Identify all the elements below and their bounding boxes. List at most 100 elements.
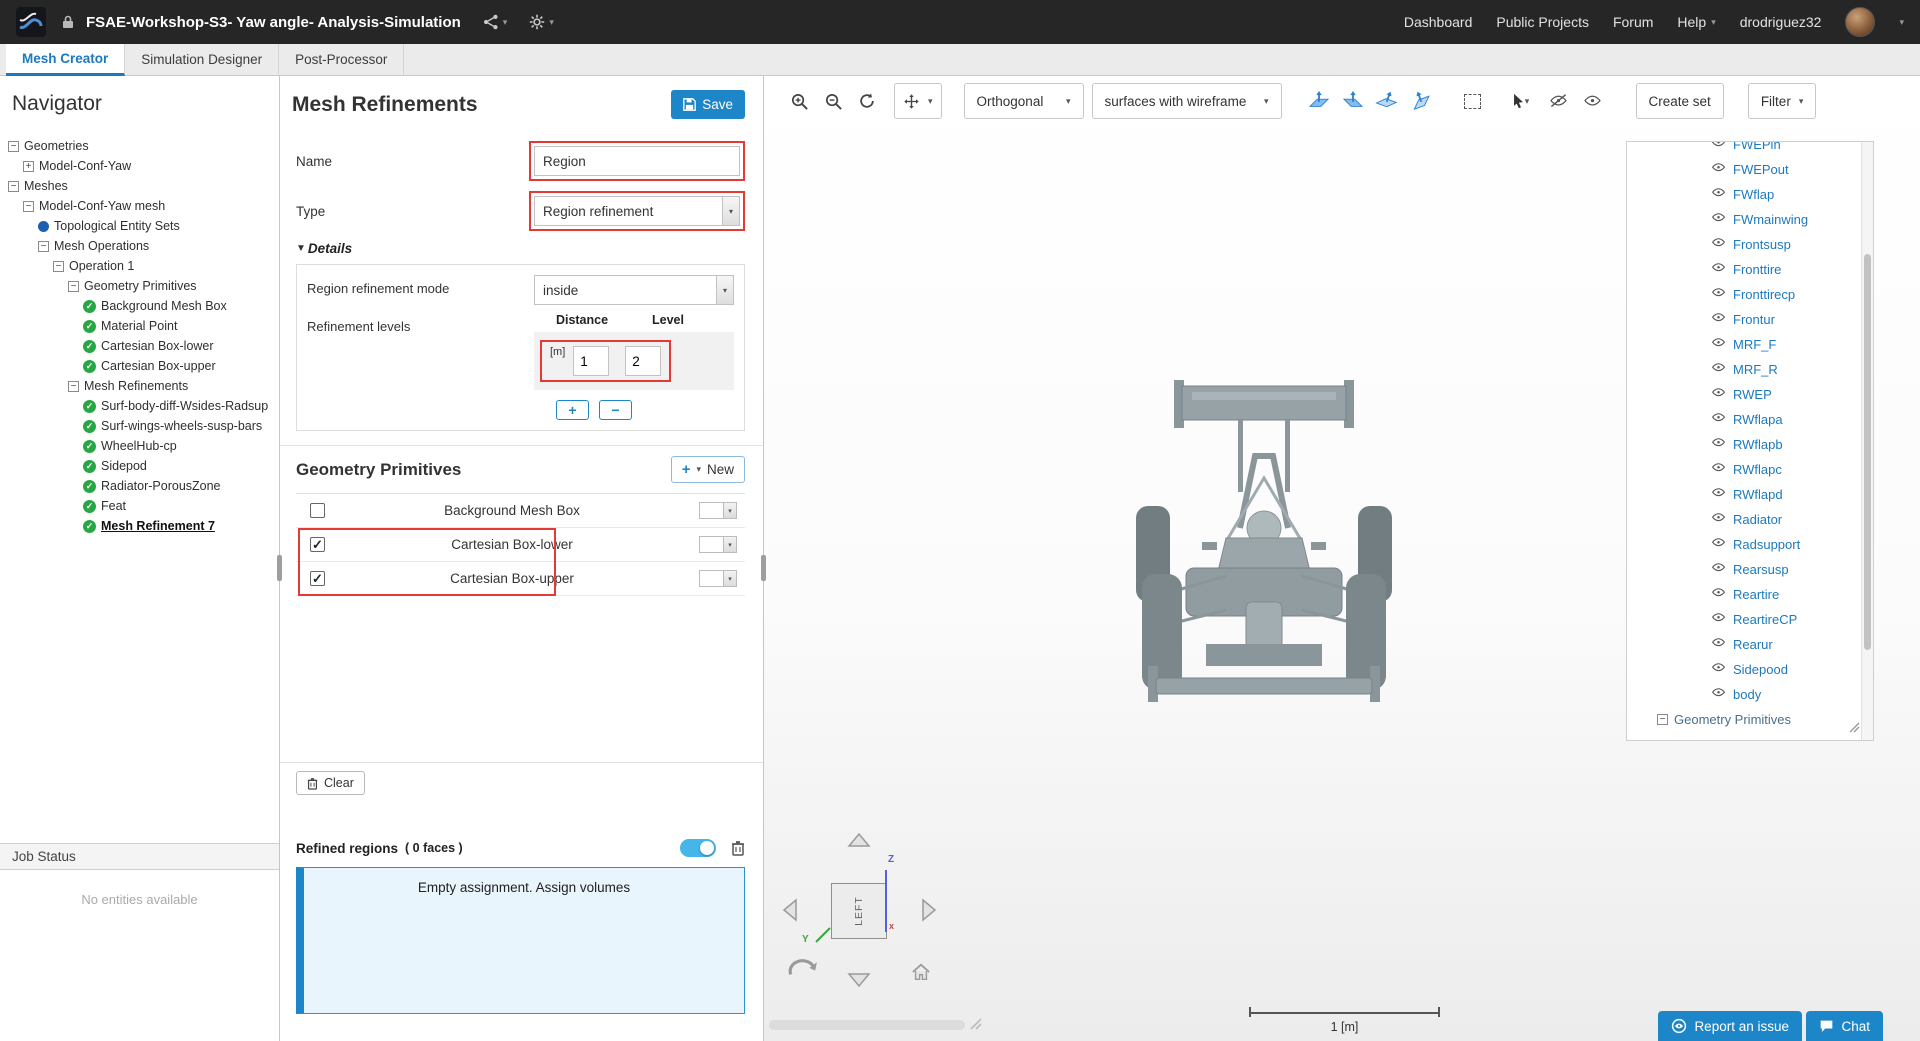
tree-item-geometries[interactable]: − Geometries — [0, 136, 277, 156]
tree-item-geometry-primitives[interactable]: − Geometry Primitives — [0, 276, 277, 296]
distance-input[interactable] — [573, 346, 610, 376]
visibility-eye-icon[interactable] — [1711, 636, 1726, 654]
nav-link-dashboard[interactable]: Dashboard — [1404, 14, 1473, 30]
entity-item-rwep[interactable]: RWEP — [1627, 382, 1873, 407]
clip-plane-x-icon[interactable] — [1306, 88, 1332, 114]
add-level-button[interactable]: + — [556, 400, 589, 420]
entity-item-rearsusp[interactable]: Rearsusp — [1627, 557, 1873, 582]
view-cube[interactable]: LEFT — [831, 883, 887, 939]
visibility-eye-icon[interactable] — [1711, 361, 1726, 379]
entity-item-fwepout[interactable]: FWEPout — [1627, 157, 1873, 182]
visibility-eye-icon[interactable] — [1711, 211, 1726, 229]
entity-item-frontur[interactable]: Frontur — [1627, 307, 1873, 332]
box-select-icon[interactable] — [1460, 88, 1486, 114]
chat-button[interactable]: Chat — [1806, 1011, 1883, 1041]
checkbox-cartesian-box-lower[interactable] — [310, 537, 325, 553]
tree-item-cartesian-box-upper[interactable]: ✓ Cartesian Box-upper — [0, 356, 277, 376]
job-status-header[interactable]: Job Status — [0, 843, 279, 870]
visibility-eye-icon[interactable] — [1711, 461, 1726, 479]
zoom-in-icon[interactable] — [786, 88, 812, 114]
entity-group-geometry-primitives[interactable]: − Geometry Primitives — [1627, 707, 1873, 732]
pan-tool-button[interactable]: ▾ — [894, 83, 942, 119]
level-input[interactable] — [625, 346, 662, 376]
visibility-eye-icon[interactable] — [1711, 336, 1726, 354]
show-all-icon[interactable] — [1580, 88, 1606, 114]
viewport[interactable]: ▾ Orthogonal ▾ surfaces with wireframe ▾ — [764, 76, 1920, 1041]
nav-link-help[interactable]: Help ▾ — [1677, 14, 1715, 30]
visibility-eye-icon[interactable] — [1711, 561, 1726, 579]
assignment-box[interactable]: Empty assignment. Assign volumes — [296, 867, 745, 1014]
entity-item-rwflapc[interactable]: RWflapc — [1627, 457, 1873, 482]
save-button[interactable]: Save — [671, 90, 745, 119]
type-select[interactable]: Region refinement ▾ — [534, 196, 740, 226]
clip-plane-z-icon[interactable] — [1374, 88, 1400, 114]
tree-item-mesh-operations[interactable]: − Mesh Operations — [0, 236, 277, 256]
new-primitive-button[interactable]: + ▾ New — [670, 456, 745, 483]
rotate-left-arrow[interactable] — [782, 898, 798, 927]
filter-button[interactable]: Filter ▾ — [1747, 83, 1817, 119]
row-options-select[interactable]: ▾ — [699, 570, 737, 587]
entity-item-rwflapd[interactable]: RWflapd — [1627, 482, 1873, 507]
visibility-eye-icon[interactable] — [1711, 686, 1726, 704]
user-menu[interactable]: drodriguez32 — [1740, 14, 1822, 30]
entity-item-fwepin[interactable]: FWEPin — [1627, 142, 1873, 157]
visibility-eye-icon[interactable] — [1711, 142, 1726, 154]
scrollbar-thumb[interactable] — [1864, 254, 1871, 650]
visibility-eye-icon[interactable] — [1711, 386, 1726, 404]
visibility-eye-icon[interactable] — [1711, 661, 1726, 679]
visibility-eye-icon[interactable] — [1711, 186, 1726, 204]
report-issue-button[interactable]: Report an issue — [1658, 1011, 1802, 1041]
entity-item-rearur[interactable]: Rearur — [1627, 632, 1873, 657]
tree-item-operation-1[interactable]: − Operation 1 — [0, 256, 277, 276]
tree-item-model-conf-yaw-mesh[interactable]: − Model-Conf-Yaw mesh — [0, 196, 277, 216]
entity-item-fwmainwing[interactable]: FWmainwing — [1627, 207, 1873, 232]
visibility-eye-icon[interactable] — [1711, 511, 1726, 529]
render-mode-select[interactable]: surfaces with wireframe ▾ — [1091, 83, 1282, 119]
tree-item-cartesian-box-lower[interactable]: ✓ Cartesian Box-lower — [0, 336, 277, 356]
entity-item-body[interactable]: body — [1627, 682, 1873, 707]
entity-item-reartire[interactable]: Reartire — [1627, 582, 1873, 607]
entity-item-mrf-f[interactable]: MRF_F — [1627, 332, 1873, 357]
tree-item-material-point[interactable]: ✓ Material Point — [0, 316, 277, 336]
remove-level-button[interactable]: − — [599, 400, 632, 420]
tree-item-surf-body-diff-wsides-radsup[interactable]: ✓ Surf-body-diff-Wsides-Radsup — [0, 396, 277, 416]
entity-item-radiator[interactable]: Radiator — [1627, 507, 1873, 532]
panel-resize-corner-icon[interactable] — [1848, 720, 1860, 738]
settings-button[interactable]: ▾ — [529, 14, 554, 30]
nav-link-public-projects[interactable]: Public Projects — [1496, 14, 1589, 30]
visibility-eye-icon[interactable] — [1711, 311, 1726, 329]
mode-select[interactable]: inside ▾ — [534, 275, 734, 305]
share-button[interactable]: ▾ — [483, 14, 507, 30]
select-tool-button[interactable]: ▾ — [1504, 88, 1538, 114]
tab-mesh-creator[interactable]: Mesh Creator — [6, 44, 126, 76]
assignment-toggle[interactable] — [680, 839, 716, 857]
clear-button[interactable]: Clear — [296, 771, 365, 795]
home-view-icon[interactable] — [910, 962, 932, 987]
rotate-right-arrow[interactable] — [921, 898, 937, 927]
visibility-eye-icon[interactable] — [1711, 486, 1726, 504]
entity-item-fwflap[interactable]: FWflap — [1627, 182, 1873, 207]
name-input[interactable] — [534, 146, 740, 176]
app-logo-icon[interactable] — [16, 7, 46, 37]
delete-assignment-button[interactable] — [731, 840, 745, 856]
entity-item-radsupport[interactable]: Radsupport — [1627, 532, 1873, 557]
resize-grip-icon[interactable] — [968, 1016, 982, 1035]
tree-item-mesh-refinement-7[interactable]: ✓ Mesh Refinement 7 — [0, 516, 277, 536]
create-set-button[interactable]: Create set — [1635, 83, 1724, 119]
panel-resize-handle[interactable] — [761, 555, 766, 581]
tree-item-feat[interactable]: ✓ Feat — [0, 496, 277, 516]
visibility-eye-icon[interactable] — [1711, 436, 1726, 454]
entity-item-sidepood[interactable]: Sidepood — [1627, 657, 1873, 682]
checkbox-cartesian-box-upper[interactable] — [310, 571, 325, 587]
tree-item-sidepod[interactable]: ✓ Sidepod — [0, 456, 277, 476]
car-model-render[interactable] — [1134, 376, 1404, 761]
entity-item-reartirecp[interactable]: ReartireCP — [1627, 607, 1873, 632]
visibility-eye-icon[interactable] — [1711, 286, 1726, 304]
tree-item-background-mesh-box[interactable]: ✓ Background Mesh Box — [0, 296, 277, 316]
tree-item-meshes[interactable]: − Meshes — [0, 176, 277, 196]
tree-item-wheelhub-cp[interactable]: ✓ WheelHub-cp — [0, 436, 277, 456]
details-toggle[interactable]: ▼ Details — [296, 241, 745, 256]
zoom-out-icon[interactable] — [820, 88, 846, 114]
row-options-select[interactable]: ▾ — [699, 536, 737, 553]
visibility-eye-icon[interactable] — [1711, 411, 1726, 429]
